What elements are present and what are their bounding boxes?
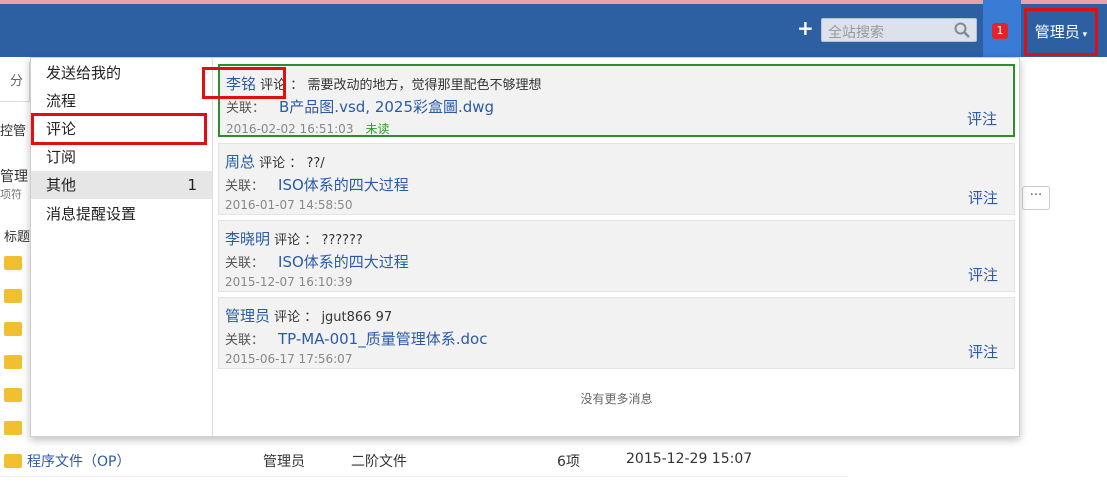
message-time: 2015-12-07 16:10:39 [225, 275, 353, 289]
related-file-link[interactable]: ISO体系的四大过程 [278, 253, 409, 271]
message-header: 周总 评论 ： ??/ [225, 151, 325, 172]
search-placeholder: 全站搜索 [828, 25, 884, 41]
highlight-box [31, 113, 207, 145]
reply-link[interactable]: 评注 [968, 341, 998, 362]
reply-link[interactable]: 评注 [968, 264, 998, 285]
message-time: 2016-02-02 16:51:03 [226, 122, 354, 136]
message-text: 需要改动的地方，觉得那里配色不够理想 [307, 78, 542, 93]
folder-icon [4, 388, 22, 402]
message-meta: 2016-02-02 16:51:03 未读 [226, 120, 389, 137]
related-label: 关联： [225, 333, 265, 348]
message-action: 评论 ： [274, 233, 318, 248]
table-row[interactable]: 程序文件（OP） 管理员 二阶文件 6项 2015-12-29 15:07 [0, 448, 848, 477]
row-owner: 管理员 [263, 454, 305, 470]
notification-badge: 1 [992, 23, 1008, 39]
message-item[interactable]: 李晓明 评论 ： ?????? 关联： ISO体系的四大过程 2015-12-07… [218, 220, 1015, 292]
message-text: ?????? [321, 233, 363, 248]
sidebar-item-sent-to-me[interactable]: 发送给我的 [31, 59, 212, 87]
message-category-sidebar: 发送给我的 流程 评论 订阅 其他 1 消息提醒设置 [31, 58, 213, 436]
control-label: 控管 [0, 124, 27, 139]
sidebar-item-label: 订阅 [46, 148, 77, 166]
sidebar-item-other[interactable]: 其他 1 [31, 171, 212, 199]
search-icon[interactable] [954, 22, 970, 38]
manage-label: 管理 [0, 169, 28, 185]
message-related: 关联： ISO体系的四大过程 [225, 251, 409, 272]
sidebar-item-label: 消息提醒设置 [46, 205, 137, 223]
related-label: 关联： [225, 179, 265, 194]
message-text: ??/ [306, 156, 325, 171]
message-meta: 2015-12-07 16:10:39 [225, 275, 352, 289]
browser-tab-strip [0, 0, 1107, 4]
folder-icon [4, 421, 22, 435]
manage-sub: 项符 [0, 188, 22, 201]
message-related: 关联： TP-MA-001_质量管理体系.doc [225, 328, 487, 349]
message-related: 关联： B产品图.vsd, 2025彩盒圖.dwg [226, 96, 494, 117]
message-dropdown: 发送给我的 流程 评论 订阅 其他 1 消息提醒设置 李铭 评论 ： 需要改动的… [30, 57, 1020, 437]
more-button[interactable]: ··· [1022, 186, 1050, 210]
message-related: 关联： ISO体系的四大过程 [225, 174, 409, 195]
folder-icon [4, 289, 22, 303]
folder-icon [4, 322, 22, 336]
user-label: 管理员 [1034, 23, 1080, 41]
user-menu-button[interactable]: 管理员 ▾ [1024, 8, 1098, 56]
message-meta: 2016-01-07 14:58:50 [225, 198, 352, 212]
global-search-input[interactable]: 全站搜索 [821, 18, 977, 42]
message-time: 2016-01-07 14:58:50 [225, 198, 353, 212]
related-label: 关联： [226, 101, 266, 116]
related-file-link[interactable]: ISO体系的四大过程 [278, 176, 409, 194]
no-more-messages: 没有更多消息 [580, 392, 653, 406]
message-item[interactable]: 李铭 评论 ： 需要改动的地方，觉得那里配色不够理想 关联： B产品图.vsd, … [218, 64, 1015, 137]
related-label: 关联： [225, 256, 265, 271]
row-date: 2015-12-29 15:07 [626, 451, 753, 467]
sidebar-item-subscriptions[interactable]: 订阅 [31, 143, 212, 171]
add-icon[interactable]: + [797, 18, 814, 38]
sidebar-item-count: 1 [187, 176, 197, 194]
caret-down-icon: ▾ [1079, 30, 1088, 40]
message-author[interactable]: 李晓明 [225, 230, 270, 248]
sidebar-item-workflow[interactable]: 流程 [31, 87, 212, 115]
message-action: 评论 ： [274, 310, 318, 325]
reply-link[interactable]: 评注 [968, 187, 998, 208]
unread-badge: 未读 [365, 122, 390, 136]
row-count: 6项 [557, 454, 580, 470]
message-meta: 2015-06-17 17:56:07 [225, 352, 352, 366]
notification-button[interactable]: 1 [983, 0, 1021, 57]
background-tab[interactable]: 分 [0, 62, 30, 102]
message-header: 管理员 评论 ： jgut866 97 [225, 305, 392, 326]
folder-icon [4, 454, 22, 468]
reply-link[interactable]: 评注 [967, 108, 997, 129]
row-type: 二阶文件 [351, 454, 407, 470]
title-column-header[interactable]: 标题 [4, 226, 30, 245]
message-header: 李晓明 评论 ： ?????? [225, 228, 363, 249]
folder-icon [4, 355, 22, 369]
message-time: 2015-06-17 17:56:07 [225, 352, 353, 366]
related-file-link[interactable]: TP-MA-001_质量管理体系.doc [278, 330, 487, 348]
highlight-box [202, 67, 286, 99]
message-author[interactable]: 周总 [225, 153, 255, 171]
message-text: jgut866 97 [321, 310, 393, 325]
message-action: 评论 ： [259, 156, 303, 171]
message-item[interactable]: 管理员 评论 ： jgut866 97 关联： TP-MA-001_质量管理体系.… [218, 297, 1015, 369]
folder-icon [4, 256, 22, 270]
sidebar-item-label: 流程 [46, 92, 77, 110]
sidebar-item-label: 发送给我的 [46, 64, 122, 82]
sidebar-item-notification-settings[interactable]: 消息提醒设置 [31, 200, 212, 228]
related-file-link[interactable]: B产品图.vsd, 2025彩盒圖.dwg [279, 98, 494, 116]
row-name-link[interactable]: 程序文件（OP） [27, 451, 130, 471]
sidebar-item-label: 其他 [46, 176, 77, 194]
message-item[interactable]: 周总 评论 ： ??/ 关联： ISO体系的四大过程 2016-01-07 14:… [218, 143, 1015, 215]
message-author[interactable]: 管理员 [225, 307, 270, 325]
